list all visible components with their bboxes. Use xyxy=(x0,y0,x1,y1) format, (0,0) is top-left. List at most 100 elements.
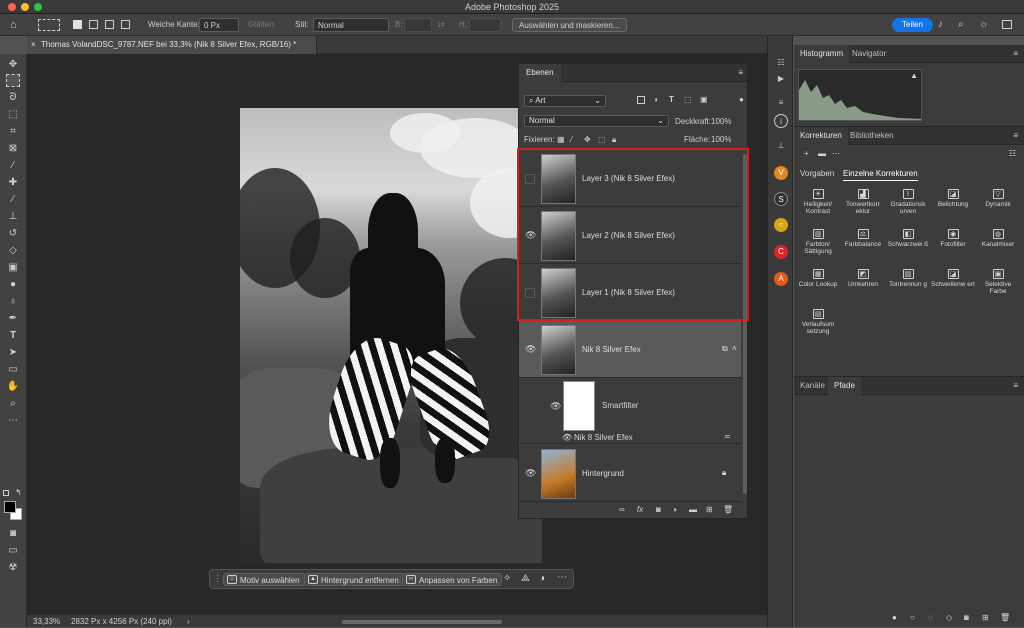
correction-levels[interactable]: ▟ Tonwertkorr ektur xyxy=(841,189,885,215)
histogram-tab[interactable]: Histogramm xyxy=(794,45,850,63)
visibility-eye-icon[interactable]: 👁︎ xyxy=(525,344,536,354)
correction-invert[interactable]: ◩ Umkehren xyxy=(841,269,885,288)
more-options-icon[interactable]: ⋯ xyxy=(557,572,567,583)
zoom-level[interactable]: 33,33% xyxy=(33,615,60,628)
correction-exposure[interactable]: ◪ Belichtung xyxy=(931,189,975,208)
brush-tool-icon[interactable]: ⁄ xyxy=(6,193,20,206)
select-and-mask-button[interactable]: Auswählen und maskieren... xyxy=(512,18,627,32)
new-selection-icon[interactable] xyxy=(73,20,82,29)
add-selection-icon[interactable] xyxy=(89,20,98,29)
channels-tab[interactable]: Kanäle xyxy=(794,377,831,395)
visibility-eye-icon[interactable]: 👁︎ xyxy=(525,468,536,478)
path-selection-tool-icon[interactable]: ➤ xyxy=(6,346,20,359)
filter-smart-icon[interactable]: ▣ xyxy=(700,95,708,104)
rectangle-tool-icon[interactable]: ▭ xyxy=(6,363,20,376)
bulb-icon[interactable]: ☼ xyxy=(979,18,988,32)
filter-visibility-icon[interactable]: 👁︎ xyxy=(562,433,572,442)
plugin-v-icon[interactable]: V xyxy=(774,166,788,180)
layer-filter-select[interactable]: ⌕ Art ⌄ xyxy=(524,95,606,107)
doc-info-arrow-icon[interactable]: › xyxy=(187,615,190,628)
foreground-color-swatch[interactable] xyxy=(4,501,16,513)
stroke-path-icon[interactable]: ○ xyxy=(910,613,915,622)
blend-mode-select[interactable]: Normal ⌄ xyxy=(524,115,669,127)
correction-channel-mixer[interactable]: ◍ Kanalmixer xyxy=(976,229,1020,248)
correction-curves[interactable]: ⌇ Gradationsk urven xyxy=(886,189,930,215)
plugin-s-icon[interactable]: S xyxy=(774,192,788,206)
add-mask-icon[interactable]: ◙ xyxy=(656,505,661,514)
layer-row-background[interactable]: 👁︎ Hintergrund 🔒︎ xyxy=(519,445,741,502)
libraries-tab[interactable]: Bibliotheken xyxy=(844,127,900,145)
bell-icon[interactable]: ♪ xyxy=(938,18,943,32)
swap-colors-icon[interactable]: ↰ xyxy=(15,488,22,497)
extras-icon[interactable]: ☢ xyxy=(6,561,20,574)
fill-path-icon[interactable]: ● xyxy=(892,613,897,622)
workspace-icon[interactable] xyxy=(1002,20,1012,29)
subtract-selection-icon[interactable] xyxy=(105,20,114,29)
load-selection-icon[interactable]: ◌ xyxy=(928,613,933,622)
single-corrections-subtab[interactable]: Einzelne Korrekturen xyxy=(843,169,918,181)
filter-shape-icon[interactable]: ⬚ xyxy=(684,95,692,104)
filter-pixel-icon[interactable] xyxy=(637,96,645,104)
lock-icon[interactable]: 🔒︎ xyxy=(722,468,726,478)
default-colors-icon[interactable] xyxy=(3,490,9,496)
lock-transparency-icon[interactable]: ▦ xyxy=(557,135,565,144)
delete-path-icon[interactable]: 🗑︎ xyxy=(1000,613,1010,622)
document-tab[interactable]: × Thomas VolandDSC_9787.NEF bei 33,3% (N… xyxy=(27,36,317,54)
filter-adjustment-icon[interactable]: ◑ xyxy=(653,95,658,104)
eyedropper-tool-icon[interactable]: ⁄ xyxy=(6,159,20,172)
height-input[interactable] xyxy=(469,18,501,32)
layer-row-smart-object[interactable]: 👁︎ Nik 8 Silver Efex ⧉ ˄ xyxy=(519,321,741,378)
lock-all-icon[interactable]: 🔒︎ xyxy=(612,135,616,145)
intersect-selection-icon[interactable] xyxy=(121,20,130,29)
dodge-tool-icon[interactable]: ♁ xyxy=(6,295,20,308)
lock-position-icon[interactable]: ✥ xyxy=(584,135,591,144)
layers-tab[interactable]: Ebenen xyxy=(519,64,561,82)
correction-brightness-contrast[interactable]: ☀ Helligkeit/ Kontrast xyxy=(796,189,840,215)
panel-menu-icon[interactable]: ≡ xyxy=(738,68,743,77)
marquee-tool-preset-icon[interactable] xyxy=(38,19,60,31)
pen-tool-icon[interactable]: ✒ xyxy=(6,312,20,325)
smooth-checkbox-label[interactable]: Glätten xyxy=(248,18,274,32)
feather-input[interactable]: 0 Px xyxy=(199,18,239,32)
smart-filter-mask-thumbnail[interactable] xyxy=(563,381,595,431)
object-selection-tool-icon[interactable]: ⬚ xyxy=(6,108,20,121)
paths-tab[interactable]: Pfade xyxy=(828,377,861,395)
eraser-tool-icon[interactable]: ◇ xyxy=(6,244,20,257)
presets-subtab[interactable]: Vorgaben xyxy=(800,169,834,178)
panel-menu-icon[interactable]: ≡ xyxy=(1013,381,1018,390)
plugin-ring-icon[interactable]: ○ xyxy=(774,218,788,232)
plugin-a-icon[interactable]: A xyxy=(774,272,788,286)
navigator-tab[interactable]: Navigator xyxy=(846,45,892,63)
corrections-tab[interactable]: Korrekturen xyxy=(794,127,848,145)
new-adjustment-icon[interactable]: ◑ xyxy=(672,505,677,514)
panel-menu-icon[interactable]: ≡ xyxy=(1013,49,1018,58)
lock-artboard-icon[interactable]: ⬚ xyxy=(598,135,606,144)
lock-pixels-icon[interactable]: ⁄ xyxy=(571,135,572,144)
lasso-tool-icon[interactable]: ᘐ xyxy=(6,91,20,104)
actions-icon[interactable]: ▶ xyxy=(774,72,788,86)
add-preset-icon[interactable]: + xyxy=(804,149,809,158)
layer-style-icon[interactable]: fx xyxy=(637,505,643,514)
correction-hue-saturation[interactable]: ▥ Farbton/ Sättigung xyxy=(796,229,840,255)
type-tool-icon[interactable]: T xyxy=(6,329,20,342)
marquee-tool-icon[interactable] xyxy=(6,74,20,87)
filter-name[interactable]: Nik 8 Silver Efex xyxy=(574,433,633,442)
adjustment-icon[interactable]: ◑ xyxy=(539,573,545,584)
close-tab-icon[interactable]: × xyxy=(31,36,36,54)
layer-name[interactable]: Nik 8 Silver Efex xyxy=(582,345,641,354)
add-mask-icon[interactable]: ◙ xyxy=(964,613,969,622)
new-group-icon[interactable]: ▬ xyxy=(689,505,697,514)
adjustment-brush-icon[interactable]: ⊥ xyxy=(774,139,788,153)
opacity-value[interactable]: 100% xyxy=(711,117,731,126)
options-icon[interactable]: ⋯ xyxy=(832,149,840,158)
folder-icon[interactable]: ▬ xyxy=(818,149,826,158)
correction-vibrance[interactable]: ▽ Dynamik xyxy=(976,189,1020,208)
smart-filter-visibility-icon[interactable]: 👁︎ xyxy=(550,401,561,411)
info-icon[interactable]: i xyxy=(774,114,788,128)
correction-posterize[interactable]: ▨ Tontrennun g xyxy=(886,269,930,288)
horizontal-scrollbar[interactable] xyxy=(342,620,502,624)
more-tools-icon[interactable]: ⋯ xyxy=(6,414,20,427)
correction-gradient-map[interactable]: ▤ Verlaufsum setzung xyxy=(796,309,840,335)
blur-tool-icon[interactable]: ● xyxy=(6,278,20,291)
panel-menu-icon[interactable]: ≡ xyxy=(1013,131,1018,140)
